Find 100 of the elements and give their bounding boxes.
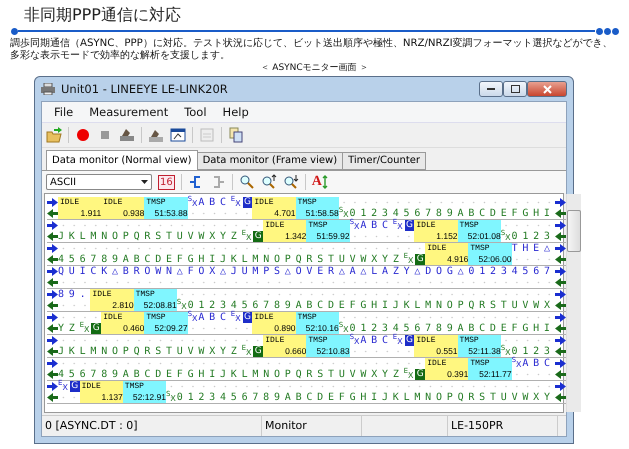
receive-arrow-icon xyxy=(47,324,58,333)
send-arrow-icon xyxy=(554,382,566,391)
marker-value: 4.701 xyxy=(273,208,296,219)
up-down-arrow-icon xyxy=(322,175,328,189)
receive-arrow-icon xyxy=(554,324,566,333)
marker-label: TMSP xyxy=(469,243,491,254)
receive-arrow-icon xyxy=(554,232,566,241)
code-mark: G xyxy=(253,346,264,357)
marker-label: TMSP xyxy=(307,220,329,231)
search-up-icon[interactable] xyxy=(260,174,277,190)
code-mark: G xyxy=(253,231,264,242)
close-icon xyxy=(542,84,552,94)
marker-value: 52:10.16 xyxy=(304,323,339,334)
code-mark: G xyxy=(91,323,102,334)
font-button[interactable]: A xyxy=(312,174,328,190)
send-arrow-icon xyxy=(47,244,58,253)
send-arrow-icon xyxy=(554,244,566,253)
marker-label: IDLE xyxy=(426,358,448,369)
marker-label: TMSP xyxy=(145,197,167,208)
marker-value: 52:06.00 xyxy=(477,254,512,265)
marker-label: IDLE xyxy=(102,197,124,208)
marker-value: 51:53.88 xyxy=(153,208,188,219)
copy-icon[interactable] xyxy=(228,127,244,143)
menu-item[interactable]: Measurement xyxy=(81,105,176,119)
minimize-button[interactable] xyxy=(479,81,503,97)
receive-arrow-icon xyxy=(554,301,566,310)
marker-label: TMSP xyxy=(296,312,318,323)
menu-item[interactable]: File xyxy=(46,105,82,119)
window-icon[interactable] xyxy=(170,127,186,143)
caret-icon xyxy=(141,180,148,184)
marker-label: IDLE xyxy=(415,220,437,231)
search-icon[interactable] xyxy=(238,174,255,190)
marker-label: TMSP xyxy=(307,335,329,346)
send-arrow-icon xyxy=(47,313,58,322)
menu-item[interactable]: Help xyxy=(214,105,257,119)
marker-label: TMSP xyxy=(469,358,491,369)
send-arrow-icon xyxy=(47,267,58,276)
tab[interactable]: Timer/Counter xyxy=(342,152,426,170)
receive-arrow-icon xyxy=(554,347,566,356)
hex-button[interactable]: 16 xyxy=(158,174,175,190)
marker-value: 1.911 xyxy=(80,208,102,219)
receive-arrow-icon xyxy=(47,301,58,310)
code-mark: G xyxy=(415,254,426,265)
marker-label: IDLE xyxy=(253,312,275,323)
tab[interactable]: Data monitor (Normal view) xyxy=(46,150,198,170)
status-pane: 0 [ASYNC.DT : 0] xyxy=(42,416,262,436)
send-arrow-icon xyxy=(554,290,566,299)
marker-label: TMSP xyxy=(134,289,156,300)
send-arrow-icon xyxy=(554,359,566,368)
send-arrow-icon xyxy=(47,382,58,391)
marker-label: IDLE xyxy=(264,220,286,231)
marker-value: 0.460 xyxy=(122,323,144,334)
scrollbar[interactable] xyxy=(566,194,581,412)
code-mark: G xyxy=(415,369,426,380)
receive-arrow-icon xyxy=(554,278,566,287)
device-icon[interactable] xyxy=(148,127,164,143)
marker-label: IDLE xyxy=(59,197,80,208)
code-mark: G xyxy=(404,220,414,231)
marker-label: TMSP xyxy=(124,381,145,392)
receive-arrow-icon xyxy=(47,370,58,379)
receive-arrow-icon xyxy=(47,347,58,356)
receive-arrow-icon xyxy=(554,393,566,402)
marker-value: 52:12.91 xyxy=(132,392,166,403)
search-down-icon[interactable] xyxy=(282,174,299,190)
marker-value: 52:11.77 xyxy=(478,369,512,380)
marker-label: IDLE xyxy=(415,335,437,346)
device-icon[interactable] xyxy=(119,127,135,143)
marker-value: 1.137 xyxy=(100,392,123,403)
receive-arrow-icon xyxy=(554,255,566,264)
marker-label: TMSP xyxy=(458,335,480,346)
marker-value: 0.890 xyxy=(273,323,296,334)
minimize-icon xyxy=(487,88,495,90)
marker-label: IDLE xyxy=(91,289,113,300)
menu-item[interactable]: Tool xyxy=(176,105,215,119)
close-button[interactable] xyxy=(527,81,567,97)
receive-arrow-icon xyxy=(47,278,58,287)
marker-value: 51:58.58 xyxy=(304,208,339,219)
marker-value: 52:11.38 xyxy=(467,346,501,357)
code-mark: G xyxy=(242,312,252,323)
record-icon[interactable] xyxy=(75,127,91,143)
receive-arrow-icon xyxy=(47,209,58,218)
tab[interactable]: Data monitor (Frame view) xyxy=(196,152,344,170)
open-folder-icon[interactable] xyxy=(46,127,62,143)
send-arrow-icon xyxy=(554,198,566,207)
marker-label: IDLE xyxy=(253,197,275,208)
receive-arrow-icon xyxy=(554,370,566,379)
display-select[interactable]: ASCII xyxy=(46,174,152,190)
send-arrow-icon xyxy=(47,359,58,368)
receive-arrow-icon xyxy=(47,255,58,264)
screen-caption: ＜ ASYNCモニター画面 ＞ xyxy=(259,63,370,74)
maximize-icon xyxy=(510,85,520,93)
maximize-button[interactable] xyxy=(503,81,527,97)
page-title: 非同期PPP通信に対応 xyxy=(24,4,182,26)
font-label: A xyxy=(312,174,322,190)
send-arrow-icon xyxy=(554,267,566,276)
send-arrow-icon xyxy=(554,336,566,345)
marker-value: 0.551 xyxy=(435,346,458,357)
marker-label: IDLE xyxy=(80,381,102,392)
marker-label: TMSP xyxy=(458,220,480,231)
code-mark: G xyxy=(404,335,414,346)
